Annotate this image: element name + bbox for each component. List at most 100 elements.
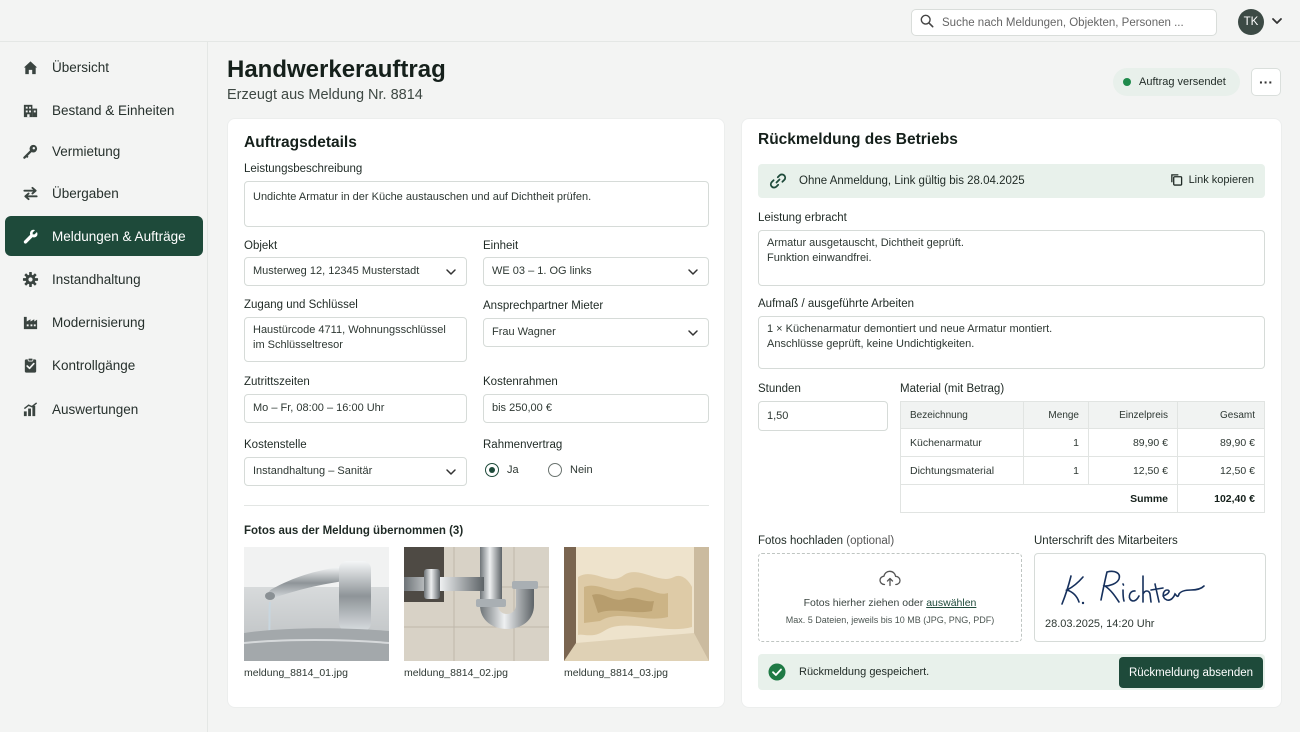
checklist-icon: [22, 357, 39, 374]
photo-upload-dropzone[interactable]: Fotos hierher ziehen oder auswählen Max.…: [758, 553, 1022, 642]
ansprech-select[interactable]: Frau Wagner: [483, 318, 709, 347]
zugang-field[interactable]: Haustürcode 4711, Wohnungsschlüssel im S…: [244, 317, 467, 362]
sidebar-item-uebersicht[interactable]: Übersicht: [5, 47, 203, 87]
search-input[interactable]: [942, 16, 1202, 29]
cloud-upload-icon: [879, 570, 901, 587]
building-icon: [22, 102, 39, 119]
link-icon: [769, 172, 787, 190]
table-cell: Dichtungsmaterial: [900, 456, 1024, 485]
top-bar: TK: [0, 0, 1300, 42]
upload-select-link[interactable]: auswählen: [926, 597, 976, 609]
table-cell: 12,50 €: [1088, 456, 1178, 485]
photo-faucet[interactable]: [244, 547, 389, 661]
leistung-field[interactable]: Undichte Armatur in der Küche austausche…: [244, 181, 709, 227]
rahmen-ja-radio[interactable]: Ja: [485, 463, 519, 477]
material-label: Material (mit Betrag): [900, 383, 1005, 395]
sidebar-item-label: Kontrollgänge: [52, 357, 136, 373]
sidebar-item-label: Übergaben: [52, 185, 119, 201]
zutritt-field[interactable]: Mo – Fr, 08:00 – 16:00 Uhr: [244, 394, 467, 423]
einheit-select[interactable]: WE 03 – 1. OG links: [483, 257, 709, 286]
search-box[interactable]: [911, 9, 1217, 36]
sidebar-item-uebergaben[interactable]: Übergaben: [5, 173, 203, 213]
chevron-down-icon: [446, 468, 456, 475]
wrench-icon: [22, 228, 39, 245]
photo-filename: meldung_8814_02.jpg: [404, 667, 508, 679]
chevron-down-icon: [688, 268, 698, 275]
chevron-down-icon: [446, 268, 456, 275]
sidebar-item-kontrollgaenge[interactable]: Kontrollgänge: [5, 345, 203, 385]
page-title: Handwerkerauftrag: [227, 56, 446, 83]
material-table: Bezeichnung Menge Einzelpreis Gesamt Küc…: [900, 401, 1265, 513]
upload-label: Fotos hochladen (optional): [758, 535, 894, 547]
table-cell: [1023, 484, 1089, 513]
more-icon: ···: [1259, 74, 1273, 90]
link-info-bar: Ohne Anmeldung, Link gültig bis 28.04.20…: [758, 164, 1265, 198]
stunden-label: Stunden: [758, 383, 801, 395]
upload-instruction: Fotos hierher ziehen oder auswählen: [759, 597, 1021, 609]
sidebar-item-label: Instandhaltung: [52, 271, 141, 287]
sidebar-item-vermietung[interactable]: Vermietung: [5, 131, 203, 171]
table-cell: 89,90 €: [1088, 428, 1178, 457]
sidebar-item-label: Meldungen & Aufträge: [52, 228, 186, 244]
photo-water-damage[interactable]: [564, 547, 709, 661]
table-cell: 12,50 €: [1177, 456, 1265, 485]
ansprech-value: Frau Wagner: [492, 326, 556, 338]
photo-filename: meldung_8814_01.jpg: [244, 667, 348, 679]
photo-filename: meldung_8814_03.jpg: [564, 667, 668, 679]
sidebar-item-auswertungen[interactable]: Auswertungen: [5, 389, 203, 429]
sidebar-item-label: Bestand & Einheiten: [52, 102, 175, 118]
check-circle-icon: [768, 663, 786, 681]
einheit-label: Einheit: [483, 240, 519, 252]
copy-link-label: Link kopieren: [1188, 173, 1254, 186]
signature-label: Unterschrift des Mitarbeiters: [1034, 535, 1178, 547]
table-cell: 1: [1023, 428, 1089, 457]
sidebar-item-label: Auswertungen: [52, 401, 139, 417]
objekt-select[interactable]: Musterweg 12, 12345 Musterstadt: [244, 257, 467, 286]
signature-date: 28.03.2025, 14:20 Uhr: [1045, 618, 1155, 630]
leistung-erbracht-label: Leistung erbracht: [758, 212, 847, 224]
leistung-erbracht-field[interactable]: Armatur ausgetauscht, Dichtheit geprüft.…: [758, 230, 1265, 286]
rahmen-label: Rahmenvertrag: [483, 439, 563, 451]
chevron-down-icon[interactable]: [1270, 14, 1284, 28]
upload-optional-text: (optional): [846, 535, 895, 547]
sidebar-item-meldungen[interactable]: Meldungen & Aufträge: [5, 216, 203, 256]
aufmass-field[interactable]: 1 × Küchenarmatur demontiert und neue Ar…: [758, 316, 1265, 369]
kostenstelle-select[interactable]: Instandhaltung – Sanitär: [244, 457, 467, 486]
signature-box[interactable]: 28.03.2025, 14:20 Uhr: [1034, 553, 1266, 642]
rahmen-nein-label: Nein: [570, 464, 593, 476]
status-label: Auftrag versendet: [1139, 76, 1226, 88]
ansprech-label: Ansprechpartner Mieter: [483, 300, 604, 312]
upload-text: Fotos hierher ziehen oder: [803, 597, 924, 609]
factory-icon: [22, 314, 39, 331]
radio-unselected-icon: [548, 463, 562, 477]
objekt-label: Objekt: [244, 240, 278, 252]
feedback-title: Rückmeldung des Betriebs: [758, 131, 958, 148]
table-header-row: Bezeichnung Menge Einzelpreis Gesamt: [900, 401, 1265, 429]
sidebar-item-instandhaltung[interactable]: Instandhaltung: [5, 259, 203, 299]
more-options-button[interactable]: ···: [1251, 68, 1281, 96]
table-row: Dichtungsmaterial 1 12,50 € 12,50 €: [900, 456, 1265, 485]
sidebar-item-label: Modernisierung: [52, 314, 146, 330]
link-validity-text: Ohne Anmeldung, Link gültig bis 28.04.20…: [799, 175, 1025, 187]
leistung-label: Leistungsbeschreibung: [244, 163, 363, 175]
rahmen-nein-radio[interactable]: Nein: [548, 463, 593, 477]
zugang-label: Zugang und Schlüssel: [244, 299, 358, 311]
key-icon: [22, 143, 39, 160]
sidebar-item-modernisierung[interactable]: Modernisierung: [5, 302, 203, 342]
status-badge: Auftrag versendet: [1113, 68, 1240, 96]
photo-pipe[interactable]: [404, 547, 549, 661]
page-subtitle: Erzeugt aus Meldung Nr. 8814: [227, 87, 423, 103]
send-feedback-button[interactable]: Rückmeldung absenden: [1119, 657, 1263, 688]
kostenstelle-value: Instandhaltung – Sanitär: [253, 465, 373, 477]
sidebar-item-label: Übersicht: [52, 59, 110, 75]
stunden-field[interactable]: 1,50: [758, 401, 888, 431]
upload-label-text: Fotos hochladen: [758, 535, 844, 547]
user-avatar[interactable]: TK: [1238, 9, 1264, 35]
swap-icon: [22, 185, 39, 202]
aufmass-label: Aufmaß / ausgeführte Arbeiten: [758, 298, 914, 310]
kosten-field[interactable]: bis 250,00 €: [483, 394, 709, 423]
photos-title: Fotos aus der Meldung übernommen (3): [244, 525, 464, 537]
copy-link-button[interactable]: Link kopieren: [1170, 173, 1254, 186]
rahmen-ja-label: Ja: [507, 464, 519, 476]
sidebar-item-bestand[interactable]: Bestand & Einheiten: [5, 90, 203, 130]
